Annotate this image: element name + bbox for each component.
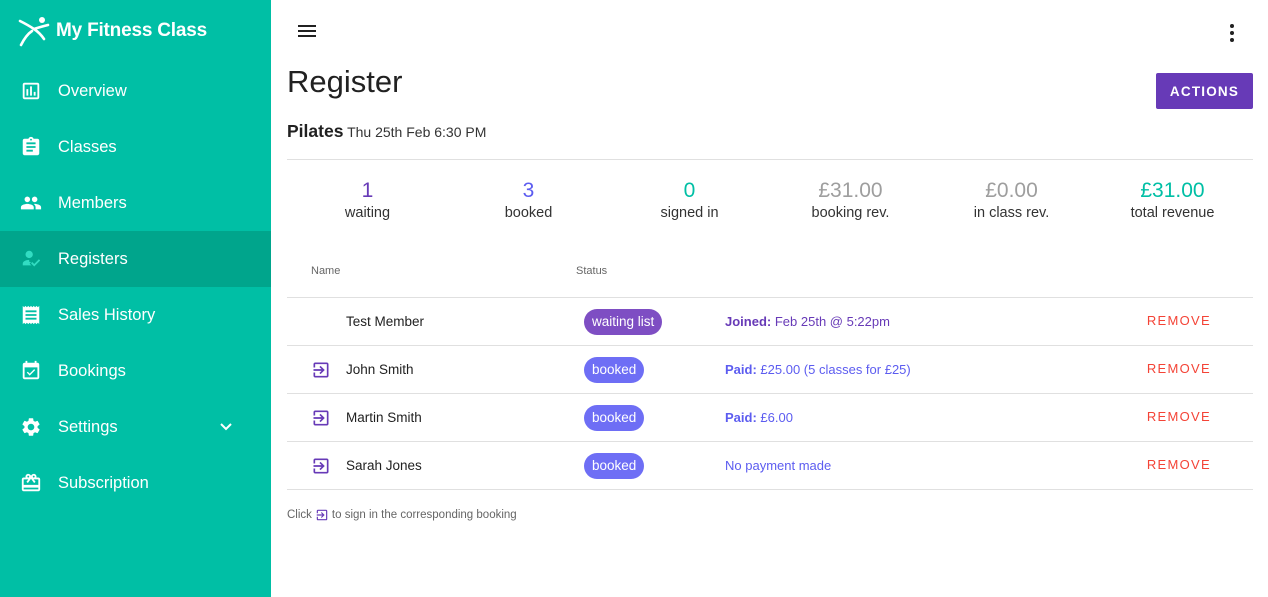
clipboard-icon <box>20 136 42 158</box>
hint-text-before: Click <box>287 509 312 521</box>
detail-label: Paid: <box>725 362 757 377</box>
chevron-down-icon[interactable] <box>217 417 235 435</box>
brand[interactable]: My Fitness Class <box>18 14 207 48</box>
remove-button[interactable]: REMOVE <box>1147 361 1211 376</box>
table-header: Name Status <box>287 262 1253 298</box>
sidebar-item-members[interactable]: Members <box>0 175 271 231</box>
sidebar-item-label: Registers <box>58 249 128 268</box>
column-header-status: Status <box>576 265 608 277</box>
status-badge: booked <box>584 453 645 479</box>
sidebar-item-label: Sales History <box>58 305 156 324</box>
receipt-icon <box>20 304 42 326</box>
sidebar-item-settings[interactable]: Settings <box>0 399 271 455</box>
class-datetime: Thu 25th Feb 6:30 PM <box>347 124 487 140</box>
calendar-check-icon <box>20 360 42 382</box>
table-row: John Smith booked Paid: £25.00 (5 classe… <box>287 346 1253 394</box>
detail-text: £6.00 <box>760 410 793 425</box>
runner-logo-icon <box>18 15 50 47</box>
booking-detail: Paid: £25.00 (5 classes for £25) <box>725 362 911 377</box>
remove-button[interactable]: REMOVE <box>1147 457 1211 472</box>
gear-icon <box>20 416 42 438</box>
sidebar-item-overview[interactable]: Overview <box>0 63 271 119</box>
stat-value: £31.00 <box>1140 179 1205 202</box>
hint-text-after: to sign in the corresponding booking <box>331 509 517 521</box>
stat-signed-in: 0 signed in <box>609 178 770 221</box>
stat-waiting: 1 waiting <box>287 178 448 221</box>
stat-label: waiting <box>344 205 391 221</box>
detail-text: Feb 25th @ 5:22pm <box>774 314 890 329</box>
stat-total-revenue: £31.00 total revenue <box>1092 178 1253 221</box>
stat-booking-revenue: £31.00 booking rev. <box>770 178 931 221</box>
actions-button[interactable]: ACTIONS <box>1156 73 1253 109</box>
sidebar-item-sales-history[interactable]: Sales History <box>0 287 271 343</box>
sign-in-icon[interactable] <box>311 360 333 380</box>
remove-button[interactable]: REMOVE <box>1147 313 1211 328</box>
divider <box>287 159 1253 160</box>
page-title: Register <box>287 64 403 99</box>
people-icon <box>20 192 42 214</box>
sign-in-icon <box>315 508 329 522</box>
detail-label: Joined: <box>725 314 772 329</box>
member-name[interactable]: John Smith <box>346 362 414 377</box>
sidebar-item-label: Members <box>58 193 127 212</box>
stat-label: in class rev. <box>973 205 1050 221</box>
stat-label: total revenue <box>1130 205 1215 221</box>
stat-value: 1 <box>361 179 374 202</box>
sign-in-icon[interactable] <box>311 408 333 428</box>
stat-value: £0.00 <box>985 179 1038 202</box>
bar-chart-icon <box>20 80 42 102</box>
stat-label: booked <box>504 205 553 221</box>
stat-value: £31.00 <box>818 179 883 202</box>
brand-name: My Fitness Class <box>56 20 207 41</box>
detail-label: Paid: <box>725 410 757 425</box>
hamburger-menu-icon[interactable] <box>295 22 319 44</box>
table-row: Sarah Jones booked No payment made REMOV… <box>287 442 1253 490</box>
sidebar-item-label: Settings <box>58 417 118 436</box>
stat-value: 3 <box>522 179 535 202</box>
stat-booked: 3 booked <box>448 178 609 221</box>
sidebar-item-label: Bookings <box>58 361 126 380</box>
sidebar-item-registers[interactable]: Registers <box>0 231 271 287</box>
sidebar-item-subscription[interactable]: Subscription <box>0 455 271 511</box>
sidebar-nav: Overview Classes Members Registers Sales… <box>0 63 271 511</box>
booking-detail: Paid: £6.00 <box>725 410 793 425</box>
table-row: Martin Smith booked Paid: £6.00 REMOVE <box>287 394 1253 442</box>
table-row: Test Member waiting list Joined: Feb 25t… <box>287 298 1253 346</box>
member-name[interactable]: Test Member <box>346 314 424 329</box>
main-content: Register ACTIONS Pilates Thu 25th Feb 6:… <box>271 0 1268 597</box>
member-name[interactable]: Martin Smith <box>346 410 422 425</box>
member-name[interactable]: Sarah Jones <box>346 458 422 473</box>
column-header-name: Name <box>311 265 341 277</box>
detail-text: £25.00 (5 classes for £25) <box>760 362 911 377</box>
sign-in-hint: Click to sign in the corresponding booki… <box>287 508 517 522</box>
booking-detail: No payment made <box>725 458 831 473</box>
gift-card-icon <box>20 472 42 494</box>
class-name: Pilates <box>287 121 344 141</box>
person-check-icon <box>20 248 42 270</box>
stat-label: signed in <box>660 205 719 221</box>
status-badge: booked <box>584 405 645 431</box>
sidebar-item-label: Classes <box>58 137 117 156</box>
stat-in-class-revenue: £0.00 in class rev. <box>931 178 1092 221</box>
sidebar-item-classes[interactable]: Classes <box>0 119 271 175</box>
class-info: Pilates Thu 25th Feb 6:30 PM <box>287 121 486 142</box>
booking-detail: Joined: Feb 25th @ 5:22pm <box>725 314 890 329</box>
stats-summary: 1 waiting 3 booked 0 signed in £31.00 bo… <box>287 178 1253 221</box>
sign-in-icon[interactable] <box>311 456 333 476</box>
register-table: Test Member waiting list Joined: Feb 25t… <box>287 298 1253 490</box>
stat-value: 0 <box>683 179 696 202</box>
sidebar: My Fitness Class Overview Classes Member… <box>0 0 271 597</box>
sidebar-item-label: Subscription <box>58 473 149 492</box>
detail-text: No payment made <box>725 458 832 473</box>
stat-label: booking rev. <box>811 205 890 221</box>
more-vertical-icon[interactable] <box>1222 22 1242 44</box>
sidebar-item-bookings[interactable]: Bookings <box>0 343 271 399</box>
status-badge: booked <box>584 357 645 383</box>
remove-button[interactable]: REMOVE <box>1147 409 1211 424</box>
sidebar-item-label: Overview <box>58 81 127 100</box>
status-badge: waiting list <box>584 309 663 335</box>
